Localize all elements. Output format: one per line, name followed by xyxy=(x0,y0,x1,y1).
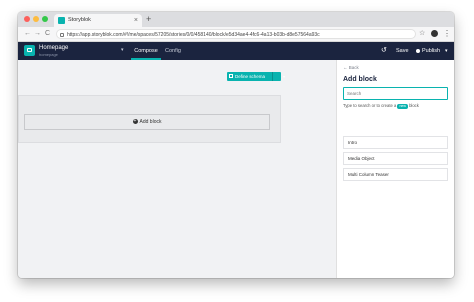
block-search-input[interactable] xyxy=(343,87,448,100)
profile-avatar-icon[interactable] xyxy=(431,30,438,37)
button-divider xyxy=(272,72,273,81)
url-text: https://app.storyblok.com/#!/me/spaces/5… xyxy=(67,32,320,38)
story-dropdown-chevron-icon[interactable]: ▾ xyxy=(121,47,124,53)
compose-canvas: Define schema ▾ + Add block xyxy=(18,60,336,278)
storyblok-favicon-icon xyxy=(58,17,65,24)
tab-close-icon[interactable]: × xyxy=(134,14,138,27)
hint-suffix: block xyxy=(409,103,419,108)
sidebar-title: Add block xyxy=(343,76,377,83)
add-block-button[interactable]: + Add block xyxy=(24,114,270,130)
schema-icon xyxy=(229,74,233,78)
block-panel: + Add block xyxy=(18,95,281,143)
close-window-button[interactable] xyxy=(24,16,30,22)
browser-tabbar: Storyblok × + xyxy=(18,12,454,27)
add-block-label: Add block xyxy=(139,119,162,125)
plus-icon: + xyxy=(132,118,138,125)
tab-config[interactable]: Config xyxy=(165,42,181,60)
browser-menu-icon[interactable]: ⋮ xyxy=(443,28,451,40)
component-item-intro[interactable]: Intro xyxy=(343,136,448,149)
story-title: Homepage xyxy=(39,45,69,51)
add-block-sidebar: ← Back Add block Type to search or to cr… xyxy=(336,60,454,278)
maximize-window-button[interactable] xyxy=(42,16,48,22)
forward-arrow-icon[interactable]: → xyxy=(34,28,41,40)
search-hint: Type to search or to create a new block xyxy=(343,103,419,109)
minimize-window-button[interactable] xyxy=(33,16,39,22)
new-badge: new xyxy=(397,104,408,109)
url-field[interactable]: https://app.storyblok.com/#!/me/spaces/5… xyxy=(56,29,416,39)
tab-compose[interactable]: Compose xyxy=(131,42,161,60)
back-label: Back xyxy=(348,65,359,70)
save-button[interactable]: Save xyxy=(396,42,409,60)
space-logo-icon[interactable] xyxy=(24,45,35,56)
bookmark-star-icon[interactable]: ☆ xyxy=(419,29,425,39)
back-link[interactable]: ← Back xyxy=(343,65,359,70)
publish-button[interactable]: Publish xyxy=(422,42,440,60)
app-header: Homepage homepage ▾ Compose Config ↺ Sav… xyxy=(18,42,454,60)
define-schema-chevron-icon[interactable]: ▾ xyxy=(283,72,285,81)
reload-icon[interactable]: C xyxy=(45,28,50,40)
hint-prefix: Type to search or to create a xyxy=(343,103,397,108)
address-bar: ← → C https://app.storyblok.com/#!/me/sp… xyxy=(18,27,454,42)
define-schema-label: Define schema xyxy=(235,74,266,79)
browser-window: Storyblok × + ← → C https://app.storyblo… xyxy=(18,12,454,278)
story-slug: homepage xyxy=(39,52,58,57)
lock-icon xyxy=(60,33,64,37)
tab-title: Storyblok xyxy=(68,17,91,23)
component-item-multi-column-teaser[interactable]: Multi Column Teaser xyxy=(343,168,448,181)
component-item-media-object[interactable]: Media Object xyxy=(343,152,448,165)
publish-dropdown-chevron-icon[interactable]: ▾ xyxy=(445,42,448,60)
new-tab-button[interactable]: + xyxy=(146,13,151,26)
undo-icon[interactable]: ↺ xyxy=(381,42,387,60)
publish-status-icon xyxy=(416,49,420,53)
browser-tab[interactable]: Storyblok × xyxy=(54,14,142,27)
back-arrow-icon[interactable]: ← xyxy=(24,28,31,40)
